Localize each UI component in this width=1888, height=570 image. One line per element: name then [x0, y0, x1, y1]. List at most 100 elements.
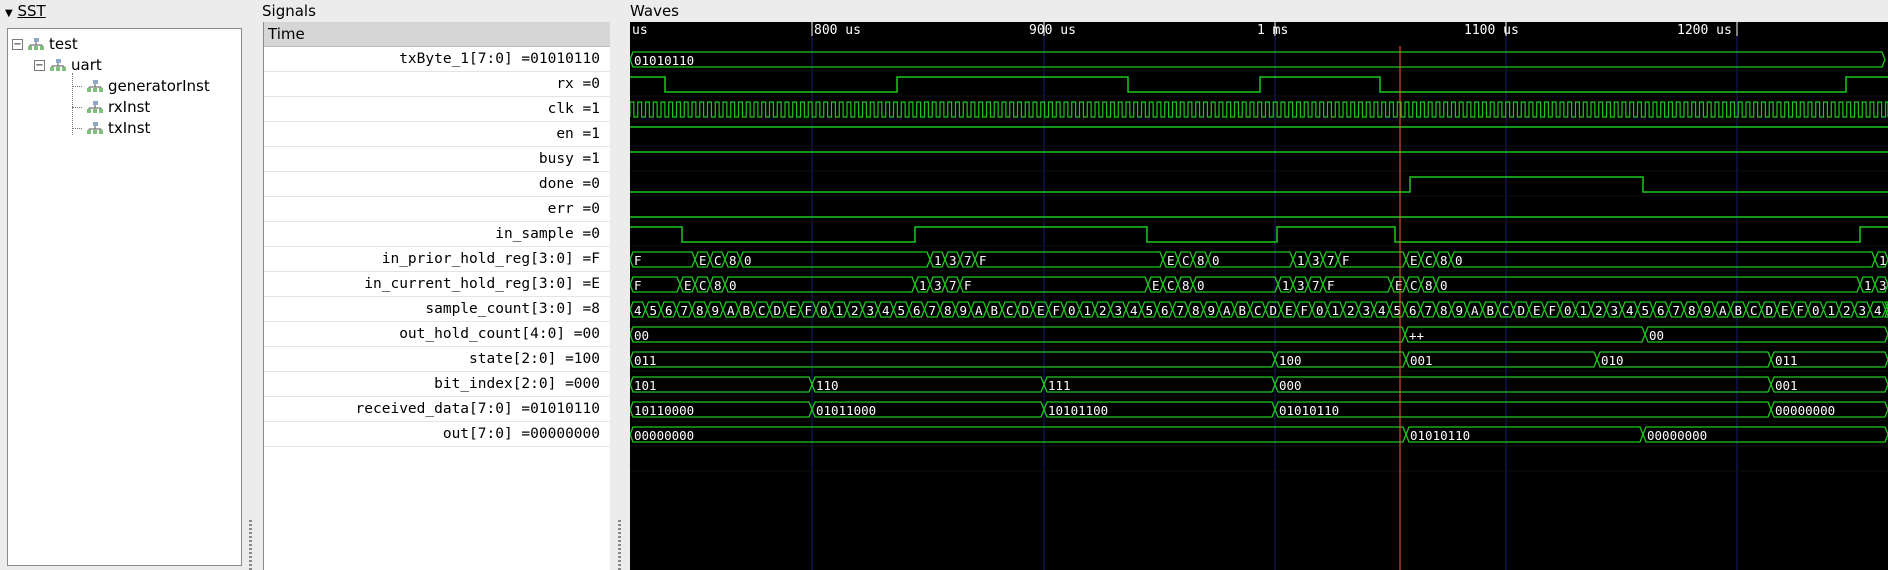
signal-name: rx: [556, 76, 574, 92]
bus-value: F: [1342, 253, 1350, 268]
bus-value: 4: [1874, 303, 1882, 318]
signal-row[interactable]: received_data[7:0] =01010110: [264, 397, 610, 422]
tree-label: generatorInst: [108, 77, 210, 95]
bus-value: 3: [1115, 303, 1123, 318]
waveform-svg[interactable]: us 800 us 900 us 1 ms 1100 us 1200 us01010110…: [630, 22, 1888, 570]
bus-value: 0: [1068, 303, 1076, 318]
bus-value: 7: [949, 278, 957, 293]
signal-name: bit_index[2:0]: [434, 376, 557, 392]
tree-item-test[interactable]: − test: [12, 34, 78, 54]
signal-row[interactable]: state[2:0] =100: [264, 347, 610, 372]
bus-value: C: [758, 303, 766, 318]
signal-row[interactable]: en =1: [264, 122, 610, 147]
collapse-triangle-icon[interactable]: ▼: [5, 8, 13, 19]
tree-item-generatorinst[interactable]: generatorInst: [72, 76, 210, 96]
bus-value: 9: [1704, 303, 1712, 318]
bus-value: 8: [1440, 253, 1448, 268]
bus-value: 1: [919, 278, 927, 293]
bus-value: D: [1518, 303, 1526, 318]
time-header: Time: [264, 22, 610, 47]
bus-value: F: [1301, 303, 1309, 318]
bus-segment: [630, 351, 1276, 368]
bus-value: E: [1285, 303, 1293, 318]
bus-value: C: [1254, 303, 1262, 318]
bus-value: A: [1223, 303, 1231, 318]
bus-value: 3: [1312, 253, 1320, 268]
bus-value: F: [634, 278, 642, 293]
splitter-handle[interactable]: [618, 520, 621, 570]
signal-row[interactable]: txByte_1[7:0] =01010110: [264, 47, 610, 72]
signal-row[interactable]: rx =0: [264, 72, 610, 97]
splitter-handle[interactable]: [249, 520, 252, 570]
module-icon: [28, 38, 44, 50]
bus-segment: [1043, 376, 1276, 393]
bus-value: 1: [1828, 303, 1836, 318]
bit-trace: [630, 76, 1888, 93]
waves-canvas[interactable]: us 800 us 900 us 1 ms 1100 us 1200 us 01010110…: [630, 22, 1888, 570]
bus-value: 2: [1595, 303, 1603, 318]
signal-name: out[7:0]: [442, 426, 513, 442]
bus-value: 8: [1440, 303, 1448, 318]
bus-value: 3: [1859, 303, 1867, 318]
signal-row[interactable]: sample_count[3:0] =8: [264, 297, 610, 322]
bus-value: B: [1735, 303, 1743, 318]
bus-value: C: [699, 278, 707, 293]
tree-item-rxinst[interactable]: rxInst: [72, 97, 150, 117]
bus-value: D: [774, 303, 782, 318]
bus-value: 110: [816, 378, 839, 393]
signal-name: txByte_1[7:0]: [399, 51, 513, 67]
bus-value: 8: [1182, 278, 1190, 293]
signal-row[interactable]: bit_index[2:0] =000: [264, 372, 610, 397]
bus-value: E: [1410, 253, 1418, 268]
bus-value: 8: [1192, 303, 1200, 318]
ruler-label: 1 ms: [1257, 23, 1288, 38]
bus-value: 00000000: [634, 428, 694, 443]
bus-value: 1: [1282, 278, 1290, 293]
bus-value: 100: [1279, 353, 1302, 368]
bus-value: 0: [820, 303, 828, 318]
signal-row[interactable]: err =0: [264, 197, 610, 222]
bus-value: 01010110: [1279, 403, 1339, 418]
signal-name: busy: [538, 151, 574, 167]
signal-row[interactable]: in_current_hold_reg[3:0] =E: [264, 272, 610, 297]
signal-row[interactable]: done =0: [264, 172, 610, 197]
bus-value: F: [979, 253, 987, 268]
bus-value: 2: [1347, 303, 1355, 318]
signal-value: =1: [573, 101, 600, 117]
bus-value: 001: [1410, 353, 1433, 368]
bus-value: 8: [1425, 278, 1433, 293]
signal-row[interactable]: out[7:0] =00000000: [264, 422, 610, 447]
tree-item-uart[interactable]: − uart: [34, 55, 102, 75]
signal-row[interactable]: in_sample =0: [264, 222, 610, 247]
bus-segment: [630, 376, 813, 393]
bus-segment: [1435, 276, 1861, 293]
tree-item-txinst[interactable]: txInst: [72, 118, 150, 138]
bus-value: 00000000: [1775, 403, 1835, 418]
bus-value: F: [634, 253, 642, 268]
signal-row[interactable]: out_hold_count[4:0] =00: [264, 322, 610, 347]
collapse-toggle-icon[interactable]: −: [34, 59, 45, 71]
sst-tree[interactable]: − test − uart generatorInst rxInst txIns…: [7, 28, 242, 566]
signal-row[interactable]: busy =1: [264, 147, 610, 172]
signal-name: in_sample: [495, 226, 574, 242]
signal-row[interactable]: clk =1: [264, 97, 610, 122]
bus-value: 1: [1879, 253, 1887, 268]
ruler-label: 800 us: [814, 23, 861, 38]
bus-value: B: [991, 303, 999, 318]
bus-value: F: [964, 278, 972, 293]
bus-segment: [1644, 326, 1888, 343]
bus-value: A: [975, 303, 983, 318]
bus-value: 7: [681, 303, 689, 318]
collapse-toggle-icon[interactable]: −: [12, 38, 23, 50]
signals-list[interactable]: Time txByte_1[7:0] =01010110 rx =0 clk =1 e…: [263, 22, 610, 570]
bus-value: C: [1502, 303, 1510, 318]
signal-row[interactable]: in_prior_hold_reg[3:0] =F: [264, 247, 610, 272]
bus-value: E: [1167, 253, 1175, 268]
tree-label: rxInst: [108, 98, 151, 116]
bus-value: 0: [1812, 303, 1820, 318]
module-icon: [50, 59, 66, 71]
bus-segment: [1207, 251, 1294, 268]
signal-value: =100: [556, 351, 600, 367]
bus-value: 8: [714, 278, 722, 293]
bus-value: 7: [964, 253, 972, 268]
